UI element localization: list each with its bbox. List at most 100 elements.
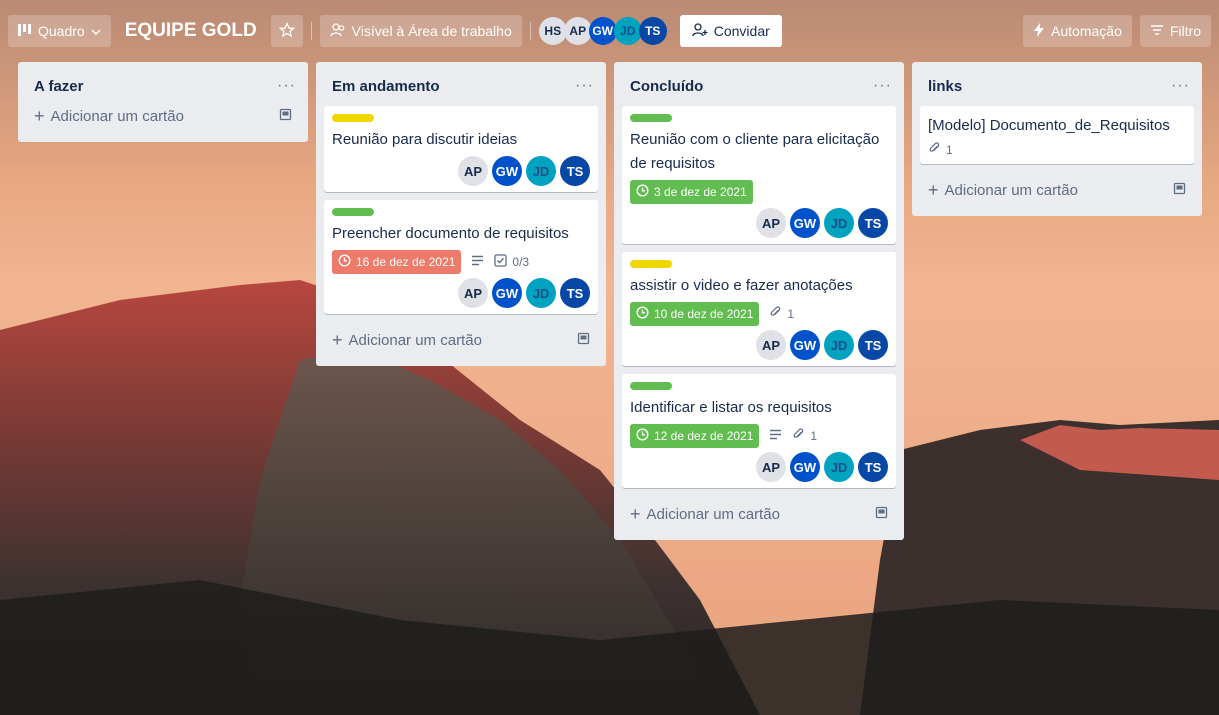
board-title[interactable]: EQUIPE GOLD: [119, 20, 263, 42]
card-title: Preencher documento de requisitos: [332, 225, 569, 242]
add-card-button[interactable]: + Adicionar um cartão: [920, 172, 1194, 208]
label-yellow[interactable]: [630, 260, 672, 268]
list-header: Concluído ···: [622, 62, 896, 110]
avatar[interactable]: GW: [790, 330, 820, 360]
card[interactable]: Reunião para discutir ideias AP GW JD TS: [324, 106, 598, 192]
add-card-label: Adicionar um cartão: [50, 107, 184, 125]
template-icon[interactable]: [875, 506, 888, 523]
avatar[interactable]: JD: [526, 278, 556, 308]
checkbox-icon: [494, 254, 508, 270]
filter-icon: [1150, 23, 1164, 39]
card[interactable]: Preencher documento de requisitos 16 de …: [324, 200, 598, 314]
people-icon: [330, 22, 346, 40]
add-card-button[interactable]: + Adicionar um cartão: [622, 496, 896, 532]
avatar[interactable]: JD: [526, 156, 556, 186]
avatar[interactable]: AP: [756, 330, 786, 360]
board-view-icon: [18, 23, 32, 39]
avatar[interactable]: TS: [858, 330, 888, 360]
board-header: Quadro EQUIPE GOLD Visível à Área de tra…: [0, 0, 1219, 62]
avatar[interactable]: TS: [858, 208, 888, 238]
list-menu-button[interactable]: ···: [873, 77, 892, 95]
avatar[interactable]: AP: [756, 208, 786, 238]
avatar[interactable]: AP: [563, 17, 592, 45]
list-header: links ···: [920, 62, 1194, 110]
card-title: assistir o video e fazer anotações: [630, 277, 853, 294]
list-menu-button[interactable]: ···: [277, 77, 296, 95]
avatar[interactable]: TS: [858, 452, 888, 482]
template-icon[interactable]: [577, 332, 590, 349]
avatar[interactable]: AP: [458, 278, 488, 308]
avatar[interactable]: JD: [824, 330, 854, 360]
add-card-button[interactable]: + Adicionar um cartão: [324, 322, 598, 358]
card-members: AP GW JD TS: [630, 330, 888, 360]
list-menu-button[interactable]: ···: [1171, 77, 1190, 95]
star-icon: [278, 21, 295, 41]
list-menu-button[interactable]: ···: [575, 77, 594, 95]
avatar[interactable]: TS: [560, 278, 590, 308]
filter-button[interactable]: Filtro: [1139, 15, 1211, 47]
card-title: [Modelo] Documento_de_Requisitos: [928, 117, 1170, 134]
list-title[interactable]: A fazer: [34, 78, 83, 95]
add-card-label: Adicionar um cartão: [348, 331, 482, 349]
card-members: AP GW JD TS: [332, 156, 590, 186]
label-green[interactable]: [332, 208, 374, 216]
card-badges: 10 de dez de 2021 1: [630, 302, 888, 326]
view-switcher-button[interactable]: Quadro: [8, 15, 111, 47]
avatar[interactable]: JD: [824, 208, 854, 238]
list-title[interactable]: Concluído: [630, 78, 703, 95]
due-date-badge[interactable]: 16 de dez de 2021: [332, 250, 462, 274]
filter-label: Filtro: [1169, 23, 1201, 39]
card-members: AP GW JD TS: [332, 278, 590, 308]
description-icon: [769, 429, 782, 443]
avatar[interactable]: GW: [790, 452, 820, 482]
avatar[interactable]: GW: [492, 278, 522, 308]
due-date-badge[interactable]: 10 de dez de 2021: [630, 302, 760, 326]
list-title[interactable]: Em andamento: [332, 78, 440, 95]
description-badge: [769, 429, 782, 443]
avatar[interactable]: JD: [824, 452, 854, 482]
avatar[interactable]: TS: [638, 17, 667, 45]
avatar[interactable]: JD: [613, 17, 642, 45]
avatar[interactable]: GW: [492, 156, 522, 186]
attachment-count: 1: [946, 143, 953, 157]
invite-button[interactable]: Convidar: [679, 15, 782, 47]
list-concluido: Concluído ··· Reunião com o cliente para…: [614, 62, 904, 540]
card[interactable]: assistir o video e fazer anotações 10 de…: [622, 252, 896, 366]
template-icon[interactable]: [279, 108, 292, 125]
view-label: Quadro: [38, 23, 85, 39]
checklist-badge: 0/3: [494, 254, 529, 270]
add-card-left: + Adicionar um cartão: [34, 107, 184, 125]
avatar[interactable]: HS: [538, 17, 567, 45]
label-yellow[interactable]: [332, 114, 374, 122]
avatar[interactable]: GW: [790, 208, 820, 238]
card[interactable]: [Modelo] Documento_de_Requisitos 1: [920, 106, 1194, 164]
clock-icon: [338, 254, 351, 270]
label-green[interactable]: [630, 382, 672, 390]
paperclip-icon: [928, 142, 941, 158]
automation-button[interactable]: Automação: [1023, 15, 1132, 47]
visibility-button[interactable]: Visível à Área de trabalho: [319, 15, 522, 47]
card-title: Reunião para discutir ideias: [332, 131, 518, 148]
template-icon[interactable]: [1173, 182, 1186, 199]
list-title[interactable]: links: [928, 78, 962, 95]
card[interactable]: Identificar e listar os requisitos 12 de…: [622, 374, 896, 488]
invite-label: Convidar: [713, 23, 770, 39]
attachment-badge: 1: [769, 306, 794, 322]
avatar[interactable]: TS: [560, 156, 590, 186]
add-card-button[interactable]: + Adicionar um cartão: [26, 98, 300, 134]
list-em-andamento: Em andamento ··· Reunião para discutir i…: [316, 62, 606, 366]
due-date-badge[interactable]: 12 de dez de 2021: [630, 424, 760, 448]
due-date-badge[interactable]: 3 de dez de 2021: [630, 180, 753, 204]
avatar[interactable]: AP: [458, 156, 488, 186]
list-a-fazer: A fazer ··· + Adicionar um cartão: [18, 62, 308, 142]
card[interactable]: Reunião com o cliente para elicitação de…: [622, 106, 896, 244]
paperclip-icon: [792, 428, 805, 444]
avatar[interactable]: AP: [756, 452, 786, 482]
plus-icon: +: [630, 504, 641, 524]
description-icon: [471, 255, 484, 269]
star-board-button[interactable]: [270, 15, 303, 47]
clock-icon: [636, 306, 649, 322]
avatar[interactable]: GW: [588, 17, 617, 45]
header-separator: [529, 22, 531, 40]
label-green[interactable]: [630, 114, 672, 122]
